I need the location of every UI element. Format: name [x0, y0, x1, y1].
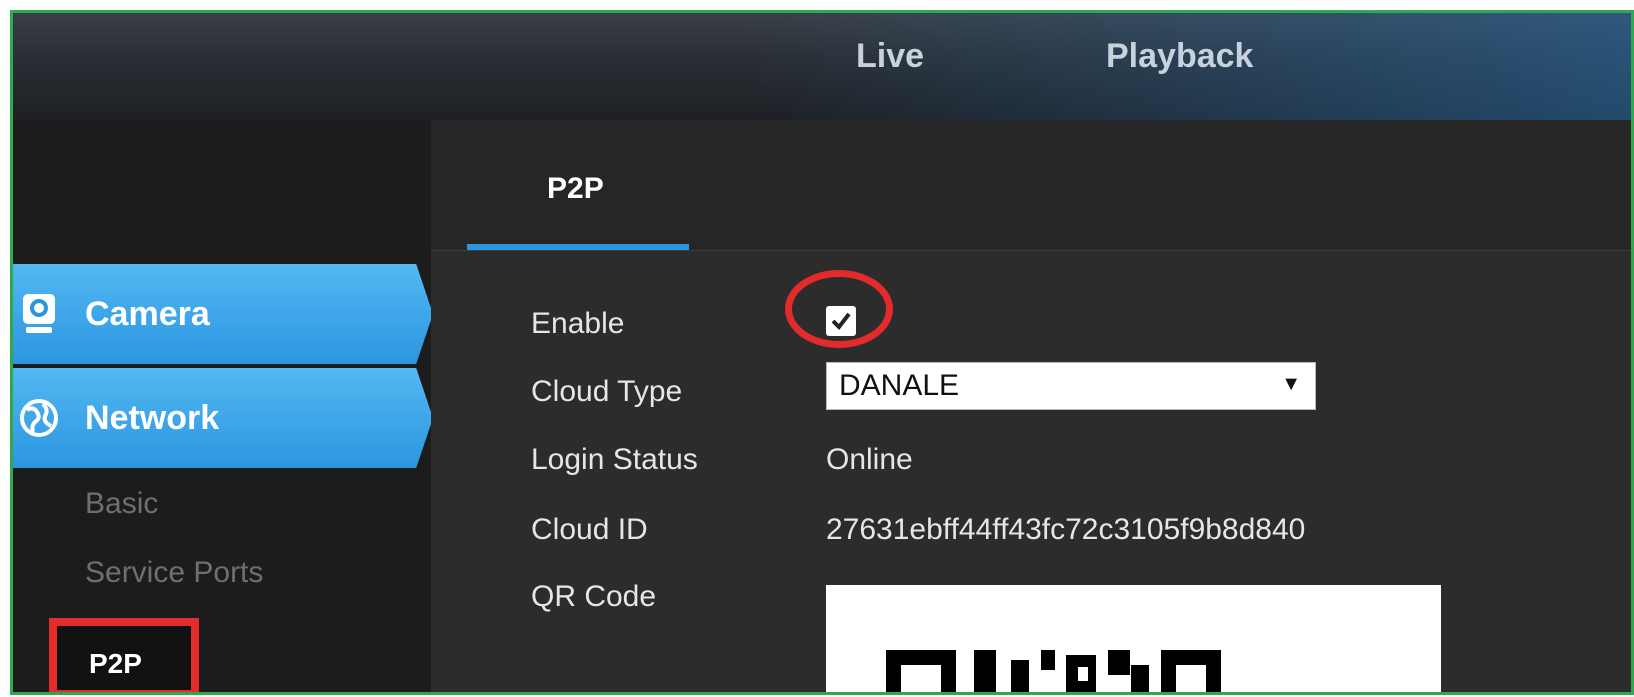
- login-status-value: Online: [826, 443, 913, 476]
- active-tab-indicator: [467, 244, 689, 250]
- cloud-type-value: DANALE: [839, 369, 960, 402]
- dropdown-arrow-icon: ▼: [1281, 373, 1301, 395]
- tab-label: P2P: [547, 172, 604, 205]
- qr-code-label: QR Code: [531, 580, 657, 613]
- cloud-id-value: 27631ebff44ff43fc72c3105f9b8d840: [826, 513, 1306, 546]
- network-globe-icon: [19, 396, 59, 440]
- sidebar: Camera Network Basic Service Ports P2P: [13, 120, 443, 692]
- highlight-ring: [785, 270, 893, 348]
- top-navigation-bar: Live Playback: [13, 13, 1631, 120]
- tab-p2p[interactable]: P2P: [467, 120, 689, 250]
- nav-playback[interactable]: Playback: [1106, 37, 1253, 76]
- tab-bar: P2P: [431, 120, 1631, 251]
- cloud-type-select[interactable]: DANALE ▼: [826, 362, 1316, 410]
- qr-code-image: [826, 585, 1441, 692]
- login-status-label: Login Status: [531, 443, 698, 476]
- sidebar-item-p2p[interactable]: P2P: [49, 618, 199, 692]
- sidebar-menu-label: Network: [85, 399, 220, 437]
- qr-code-icon: [886, 650, 1221, 692]
- camera-icon: [19, 292, 59, 336]
- sidebar-item-basic[interactable]: Basic: [85, 487, 158, 521]
- cloud-type-label: Cloud Type: [531, 375, 683, 408]
- sidebar-item-service-ports[interactable]: Service Ports: [85, 556, 263, 590]
- sidebar-item-label: P2P: [89, 648, 142, 679]
- app-window: Live Playback Camera Network Basic Servi…: [10, 10, 1634, 695]
- sidebar-menu-network[interactable]: Network: [13, 368, 433, 468]
- cloud-id-label: Cloud ID: [531, 513, 648, 546]
- sidebar-menu-camera[interactable]: Camera: [13, 264, 433, 364]
- main-content: P2P Enable Cloud Type DANALE ▼ Login Sta…: [431, 120, 1631, 692]
- enable-label: Enable: [531, 307, 625, 340]
- nav-live[interactable]: Live: [856, 37, 924, 76]
- sidebar-menu-label: Camera: [85, 295, 210, 333]
